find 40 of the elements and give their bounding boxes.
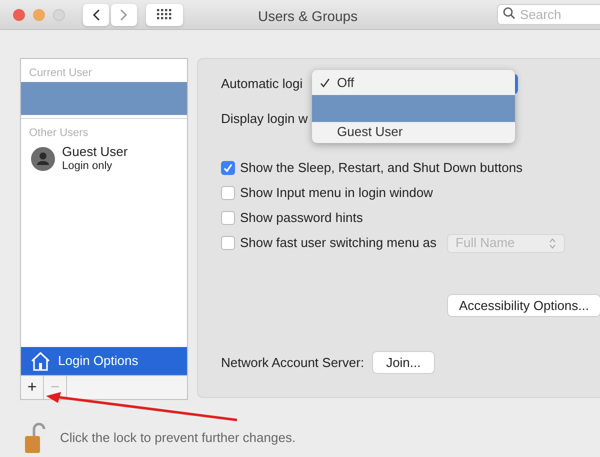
close-button[interactable] bbox=[13, 8, 25, 20]
user-name: Guest User bbox=[62, 144, 128, 158]
house-icon bbox=[30, 351, 51, 371]
network-account-server-label: Network Account Server: bbox=[221, 354, 364, 372]
minimize-button[interactable] bbox=[33, 8, 45, 20]
checkbox-label: Show password hints bbox=[240, 209, 363, 228]
chevron-left-icon bbox=[92, 8, 100, 20]
menu-item[interactable]: Guest User bbox=[312, 122, 515, 142]
checkbox-label: Show Input menu in login window bbox=[240, 184, 433, 202]
back-button[interactable] bbox=[83, 4, 109, 26]
chevron-right-icon bbox=[120, 8, 128, 20]
checkbox[interactable] bbox=[221, 186, 235, 200]
accessibility-options-button[interactable]: Accessibility Options... bbox=[448, 295, 600, 316]
show-all-button[interactable] bbox=[146, 4, 183, 26]
lock-icon[interactable] bbox=[24, 422, 46, 454]
user-row[interactable] bbox=[21, 82, 187, 115]
lock-hint-text: Click the lock to prevent further changes. bbox=[60, 429, 296, 448]
checkbox[interactable] bbox=[221, 211, 235, 225]
search-icon bbox=[503, 7, 515, 19]
menu-item[interactable]: Off bbox=[312, 71, 515, 95]
grid-icon bbox=[157, 9, 172, 20]
add-button[interactable]: + bbox=[21, 376, 44, 399]
join-button[interactable]: Join... bbox=[373, 352, 434, 373]
checkbox[interactable] bbox=[221, 161, 235, 175]
login-options-item[interactable]: Login Options bbox=[21, 347, 187, 375]
zoom-button[interactable] bbox=[53, 8, 65, 20]
window-title: Users & Groups bbox=[258, 7, 358, 26]
checkbox-label: Show fast user switching menu as bbox=[240, 234, 437, 252]
avatar-icon bbox=[31, 146, 55, 170]
checkbox-label: Show the Sleep, Restart, and Shut Down buttons bbox=[240, 159, 523, 178]
user-subtitle: Login only bbox=[62, 158, 114, 172]
user-row[interactable]: Guest User Login only bbox=[21, 142, 187, 175]
menu-item[interactable] bbox=[312, 95, 515, 122]
up-down-arrows-icon bbox=[548, 238, 556, 248]
display-login-label: Display login w bbox=[221, 110, 308, 128]
section-heading: Current User bbox=[28, 66, 93, 81]
section-heading: Other Users bbox=[28, 126, 90, 141]
checkbox[interactable] bbox=[221, 236, 235, 250]
automatic-login-label: Automatic logi bbox=[221, 74, 303, 93]
search-field[interactable]: Search bbox=[497, 4, 600, 25]
